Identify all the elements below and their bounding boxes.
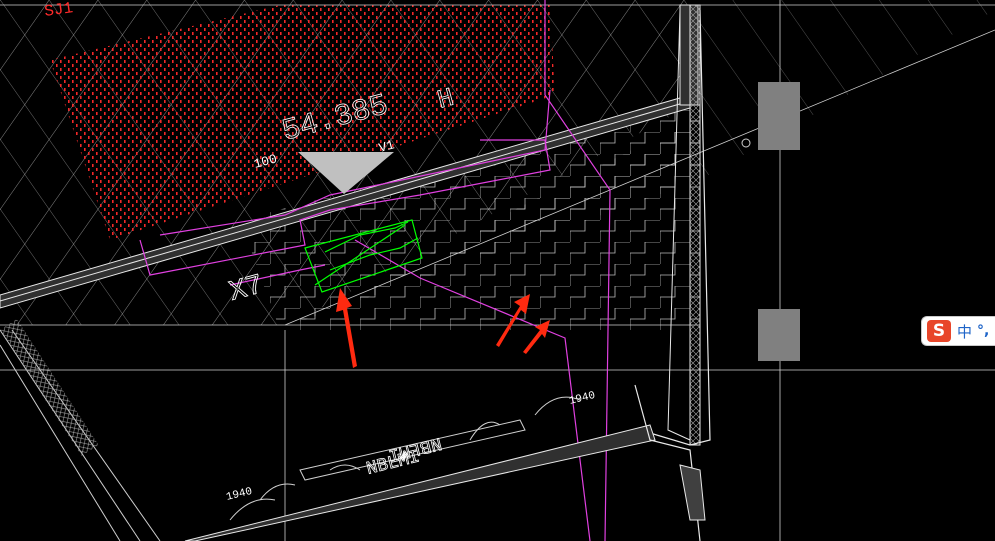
ime-punctuation-toggle[interactable]: °, <box>977 323 989 339</box>
ime-toolbar[interactable]: S 中 °, <box>921 316 995 346</box>
column-lower <box>758 309 800 361</box>
cad-drawing-canvas[interactable]: SJ1 54.385 H 100 V1 X7 NBLMI NBLMI 1940 … <box>0 0 995 541</box>
ime-mode-toggle[interactable]: 中 <box>957 321 972 342</box>
sogou-ime-icon[interactable]: S <box>927 320 951 342</box>
column-upper <box>758 82 800 150</box>
